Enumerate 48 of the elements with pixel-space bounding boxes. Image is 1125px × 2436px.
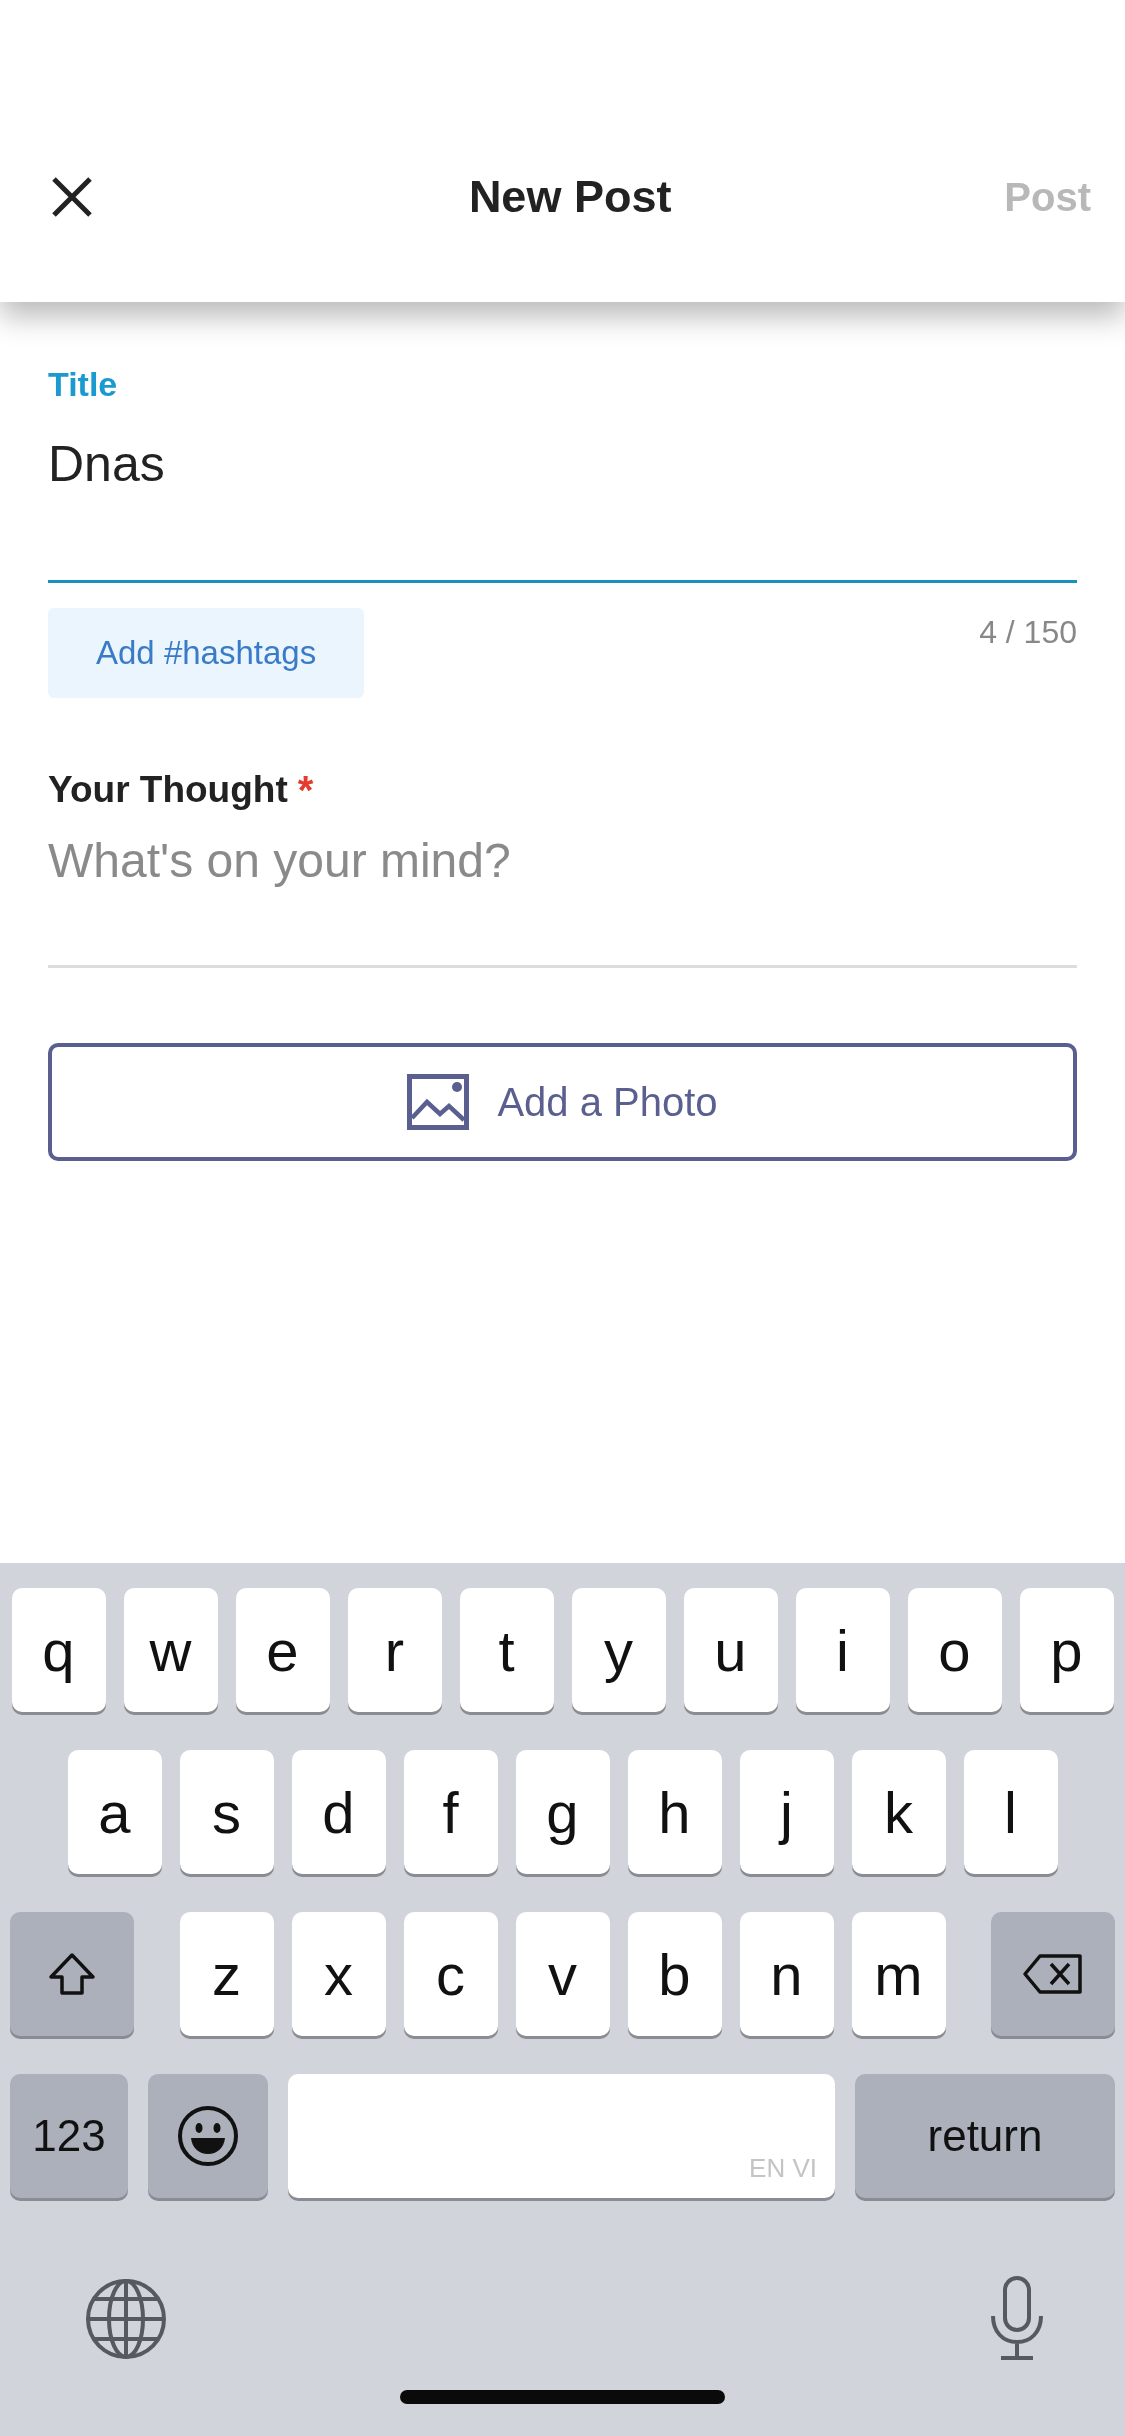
keyboard-key[interactable]: i <box>795 1588 890 1712</box>
screen-title: New Post <box>467 171 673 223</box>
keyboard-key[interactable]: s <box>179 1750 274 1874</box>
keyboard-key[interactable]: b <box>627 1912 722 2036</box>
keyboard-key[interactable]: n <box>739 1912 834 2036</box>
keyboard-key[interactable]: d <box>291 1750 386 1874</box>
keyboard-key[interactable]: e <box>235 1588 330 1712</box>
keyboard-key[interactable]: m <box>851 1912 946 2036</box>
keyboard-key[interactable]: x <box>291 1912 386 2036</box>
keyboard-key[interactable]: q <box>11 1588 106 1712</box>
keyboard-key[interactable]: a <box>67 1750 162 1874</box>
keyboard-key[interactable]: r <box>347 1588 442 1712</box>
title-field[interactable]: Dnas <box>48 404 1077 583</box>
language-label: EN VI <box>749 2153 817 2184</box>
required-mark: * <box>297 767 314 813</box>
globe-icon[interactable] <box>85 2278 167 2360</box>
keyboard-key[interactable]: g <box>515 1750 610 1874</box>
numbers-key[interactable]: 123 <box>10 2074 128 2198</box>
field-label: Your Thought <box>48 768 288 812</box>
thought-field[interactable]: What's on your mind? <box>48 813 1077 968</box>
backspace-icon <box>1022 1953 1084 1995</box>
keyboard-key[interactable]: y <box>571 1588 666 1712</box>
keyboard-key[interactable]: c <box>403 1912 498 2036</box>
keyboard-key[interactable]: k <box>851 1750 946 1874</box>
shift-icon <box>48 1952 96 1996</box>
backspace-key[interactable] <box>991 1912 1115 2036</box>
keyboard-key[interactable]: u <box>683 1588 778 1712</box>
character-counter: 4 / 150 <box>979 613 1077 651</box>
keyboard-key[interactable]: p <box>1019 1588 1114 1712</box>
keyboard-key[interactable]: o <box>907 1588 1002 1712</box>
keyboard-key[interactable]: f <box>403 1750 498 1874</box>
hashtag-button[interactable]: Add #hashtags <box>48 608 365 698</box>
keyboard-key[interactable]: v <box>515 1912 610 2036</box>
keyboard-key[interactable]: l <box>963 1750 1058 1874</box>
keyboard-key[interactable]: z <box>179 1912 274 2036</box>
emoji-key[interactable] <box>148 2074 268 2198</box>
keyboard-key[interactable]: w <box>123 1588 218 1712</box>
microphone-icon[interactable] <box>989 2276 1045 2362</box>
shift-key[interactable] <box>10 1912 134 2036</box>
add-photo-button[interactable]: Add a Photo <box>48 1043 1077 1161</box>
keyboard-key[interactable]: j <box>739 1750 834 1874</box>
keyboard-key[interactable]: h <box>627 1750 722 1874</box>
close-icon <box>50 175 94 219</box>
field-label: Title <box>48 364 118 404</box>
image-icon <box>407 1074 470 1130</box>
keyboard-key[interactable]: t <box>459 1588 554 1712</box>
smiley-icon <box>177 2105 239 2167</box>
return-key[interactable]: return <box>855 2074 1115 2198</box>
